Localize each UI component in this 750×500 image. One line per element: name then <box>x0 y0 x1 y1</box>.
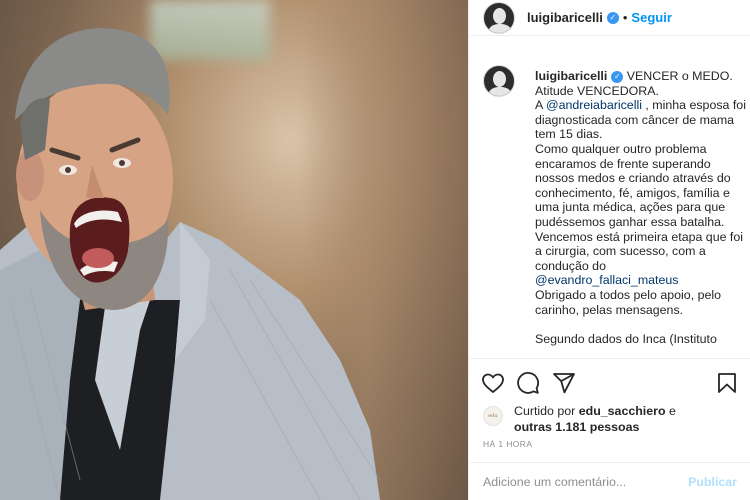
caption-line: nossos medos e criando através do <box>535 171 731 186</box>
post-caption: luigibaricelli ✓ VENCER o MEDO. Atitude V… <box>535 52 749 358</box>
liked-by: edu Curtido por edu_sacchiero e outras 1… <box>483 403 714 435</box>
caption-line: VENCER o MEDO. <box>626 69 733 83</box>
caption-line: uma junta médica, ações para que <box>535 200 726 215</box>
verified-badge-icon: ✓ <box>606 11 619 24</box>
mention-link[interactable]: @andreiabaricelli <box>546 98 642 112</box>
caption-line: pudéssemos ganhar essa batalha. <box>535 214 725 229</box>
caption-line: a cirurgia, com sucesso, com a <box>535 244 706 259</box>
action-icons <box>481 371 739 397</box>
caption-line: condução do <box>535 258 606 273</box>
caption-line: Como qualquer outro problema <box>535 141 707 156</box>
follow-button[interactable]: Seguir <box>631 10 671 25</box>
share-icon[interactable] <box>552 371 576 395</box>
mention-link[interactable]: @evandro_fallaci_mateus <box>535 273 749 288</box>
liked-by-prefix: Curtido por <box>514 404 579 418</box>
caption-text: , minha esposa foi <box>641 98 746 113</box>
post-sidebar: luigibaricelli ✓ • Seguir luigibaricelli… <box>468 0 750 500</box>
caption-text: A <box>535 98 547 113</box>
verified-badge-icon: ✓ <box>611 71 624 83</box>
caption-line: carinho, pelas mensagens. <box>535 302 684 317</box>
comment-input[interactable] <box>483 475 689 489</box>
man-illustration <box>0 28 381 500</box>
caption-line: conhecimento, fé, amigos, família e <box>535 185 730 200</box>
post-image[interactable] <box>0 0 468 500</box>
caption-line: diagnosticada com câncer de mama <box>535 112 735 127</box>
post-actions: edu Curtido por edu_sacchiero e outras 1… <box>469 358 750 500</box>
caption-username[interactable]: luigibaricelli <box>535 69 607 83</box>
bookmark-icon[interactable] <box>715 371 739 395</box>
author-avatar[interactable] <box>483 1 515 34</box>
caption-line: Atitude VENCEDORA. <box>535 83 659 98</box>
liker-avatar[interactable]: edu <box>483 406 503 426</box>
post-timestamp[interactable]: HÁ 1 HORA <box>483 439 532 449</box>
liker-username[interactable]: edu_sacchiero <box>579 404 666 418</box>
liked-by-and: e <box>665 404 676 418</box>
likes-count-link[interactable]: outras 1.181 pessoas <box>514 420 639 434</box>
liked-by-text: Curtido por edu_sacchiero e outras 1.181… <box>514 403 714 435</box>
add-comment-bar: Publicar <box>469 462 750 500</box>
author-username[interactable]: luigibaricelli <box>527 10 603 25</box>
caption-line: Segundo dados do Inca (Instituto <box>535 331 717 346</box>
caption-line: Obrigado a todos pelo apoio, pelo <box>535 287 721 302</box>
header-separator: • <box>622 10 628 25</box>
caption-avatar[interactable] <box>483 65 515 97</box>
caption-line: encaramos de frente superando <box>535 156 711 171</box>
caption-line: tem 15 dias. <box>535 127 603 142</box>
comment-icon[interactable] <box>516 371 540 395</box>
publish-button[interactable]: Publicar <box>688 475 737 489</box>
post-header: luigibaricelli ✓ • Seguir <box>469 0 750 36</box>
caption-line: Vencemos está primeira etapa que foi <box>535 229 744 244</box>
comments-section[interactable]: luigibaricelli ✓ VENCER o MEDO. Atitude V… <box>469 52 750 358</box>
heart-icon[interactable] <box>481 371 505 395</box>
